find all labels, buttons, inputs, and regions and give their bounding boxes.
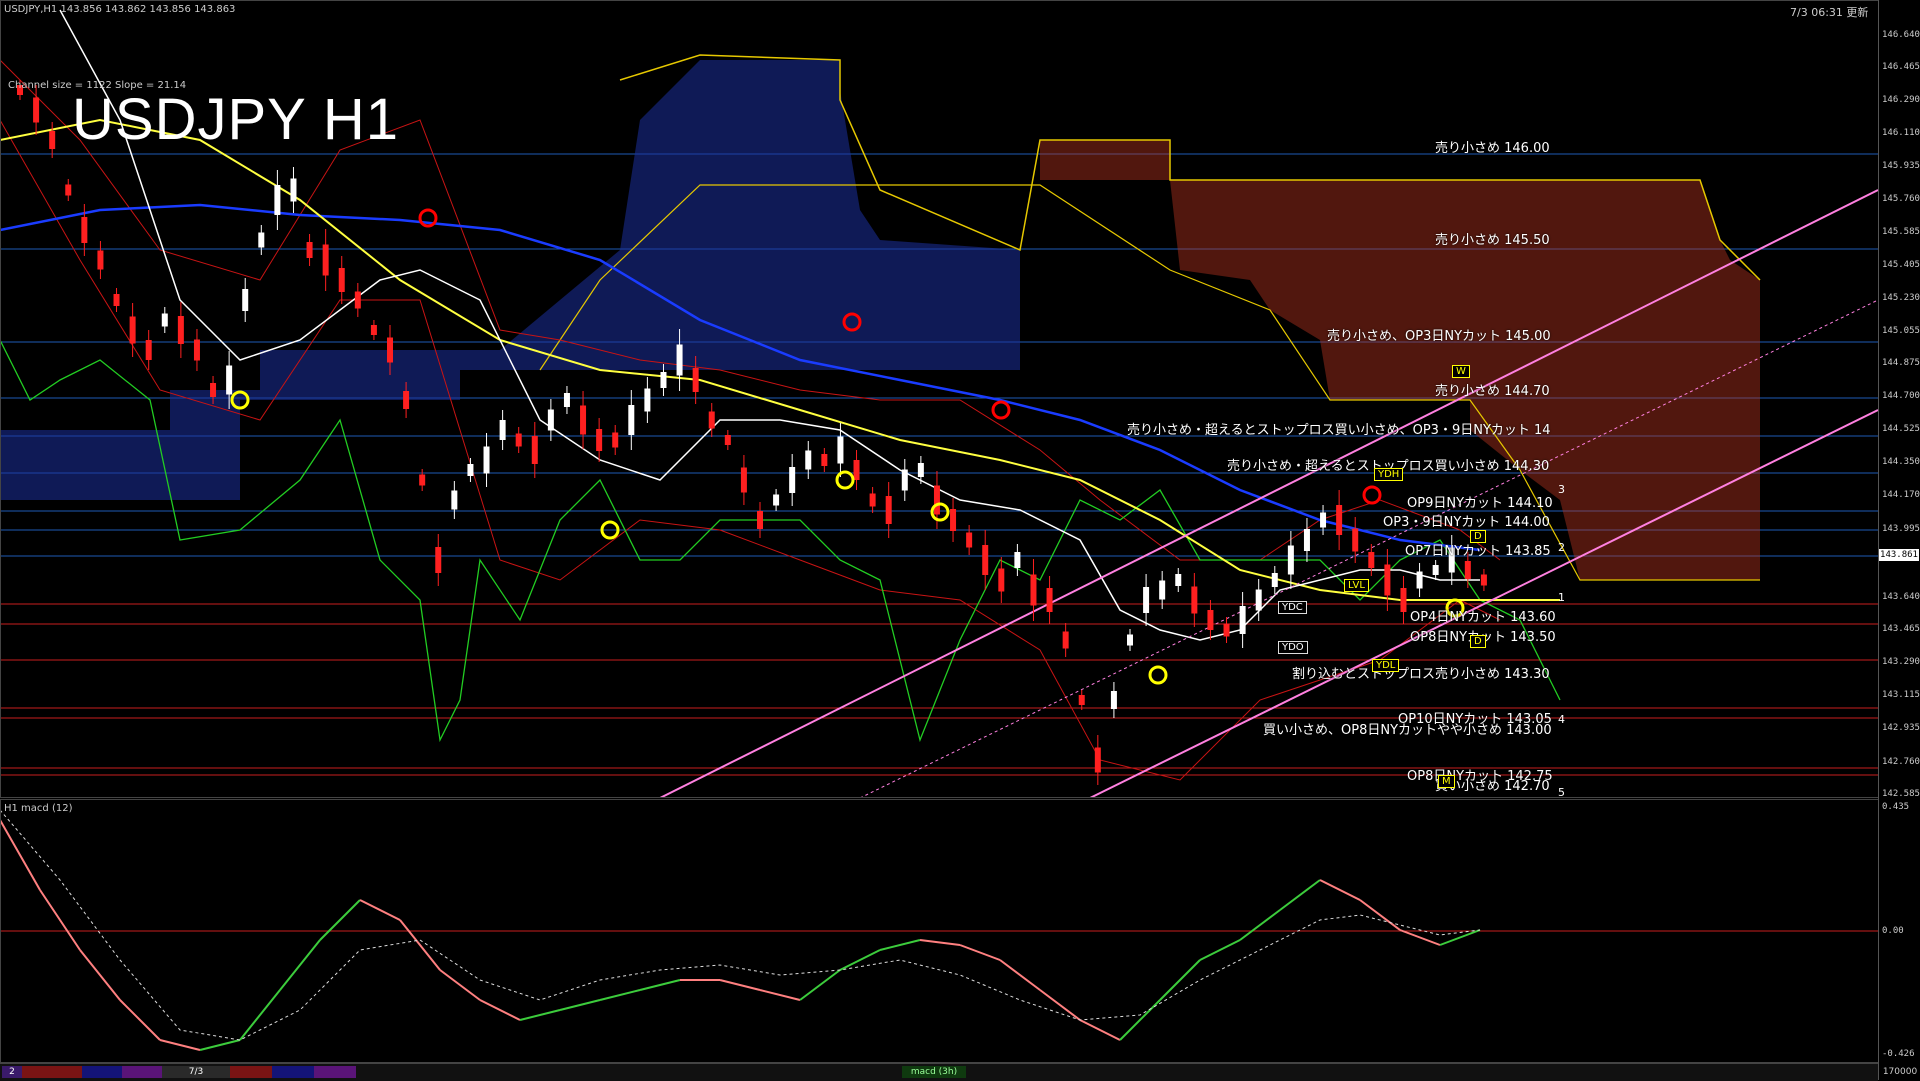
price-tick: 145.230 <box>1882 293 1920 303</box>
level-label: OP9日NYカット 144.10 <box>1407 496 1553 511</box>
channel-number-3: 3 <box>1558 483 1565 496</box>
level-label: 売り小さめ 146.00 <box>1435 141 1550 156</box>
channel-number-1: 1 <box>1558 591 1565 604</box>
chart-title: USDJPY H1 <box>72 87 400 152</box>
daily-tag: D <box>1470 530 1486 543</box>
ydl-tag: YDL <box>1372 659 1400 672</box>
price-tick: 143.995 <box>1882 524 1920 534</box>
price-tick: 143.465 <box>1882 624 1920 634</box>
level-label: 割り込むとストップロス売り小さめ 143.30 <box>1292 667 1550 682</box>
macd-pane-border <box>0 799 1879 1063</box>
chart-window[interactable]: USDJPY,H1 143.856 143.862 143.856 143.86… <box>0 0 1920 1081</box>
price-tick: 145.935 <box>1882 161 1920 171</box>
tab-color-3[interactable] <box>122 1066 162 1078</box>
tab-color-6[interactable] <box>314 1066 356 1078</box>
price-tick: 143.640 <box>1882 592 1920 602</box>
level-label: 買い小さめ、OP8日NYカットやや小さめ 143.00 <box>1263 723 1552 738</box>
monthly-tag: M <box>1438 775 1455 788</box>
level-label: OP4日NYカット 143.60 <box>1410 610 1556 625</box>
current-price-marker: 143.861 <box>1879 549 1919 561</box>
price-tick: 142.760 <box>1882 757 1920 767</box>
level-label: 売り小さめ 145.50 <box>1435 233 1550 248</box>
volume-readout: 170000 <box>1882 1067 1918 1077</box>
price-tick: 146.110 <box>1882 128 1920 138</box>
price-tick: 145.055 <box>1882 326 1920 336</box>
timeframe-bar[interactable]: 2 7/3 macd (3h) 170000 <box>0 1063 1917 1081</box>
price-tick: 146.640 <box>1882 30 1920 40</box>
tab-color-5[interactable] <box>272 1066 314 1078</box>
price-tick: 143.290 <box>1882 657 1920 667</box>
ydo-tag: YDO <box>1278 641 1308 654</box>
tab-date[interactable]: 7/3 <box>162 1066 230 1078</box>
daily-tag-2: D <box>1470 635 1486 648</box>
macd-axis-top: 0.435 <box>1882 802 1910 812</box>
level-label: 売り小さめ 144.70 <box>1435 384 1550 399</box>
price-tick: 144.350 <box>1882 457 1920 467</box>
price-tick: 144.170 <box>1882 490 1920 500</box>
price-tick: 146.290 <box>1882 95 1920 105</box>
price-tick: 144.525 <box>1882 424 1920 434</box>
tab-2[interactable]: 2 <box>2 1066 22 1078</box>
symbol-info: USDJPY,H1 143.856 143.862 143.856 143.86… <box>4 4 236 15</box>
macd-header: H1 macd (12) <box>4 803 73 814</box>
channel-number-4: 4 <box>1558 713 1565 726</box>
tab-color-4[interactable] <box>230 1066 272 1078</box>
price-tick: 145.585 <box>1882 227 1920 237</box>
update-datetime: 7/3 06:31 更新 <box>1790 6 1869 19</box>
macd-axis-bottom: -0.426 <box>1882 1049 1915 1059</box>
level-label: 売り小さめ・超えるとストップロス買い小さめ、OP3・9日NYカット 14 <box>1127 423 1551 438</box>
tab-color-1[interactable] <box>22 1066 82 1078</box>
level-label: 売り小さめ、OP3日NYカット 145.00 <box>1327 329 1551 344</box>
ydc-tag: YDC <box>1278 601 1307 614</box>
macd-axis-zero: 0.00 <box>1882 926 1904 936</box>
macd-tab[interactable]: macd (3h) <box>902 1066 966 1078</box>
price-tick: 142.935 <box>1882 723 1920 733</box>
price-tick: 145.405 <box>1882 260 1920 270</box>
weekly-tag: W <box>1452 365 1470 378</box>
price-tick: 144.875 <box>1882 358 1920 368</box>
level-label: OP3・9日NYカット 144.00 <box>1383 515 1550 530</box>
channel-number-5: 5 <box>1558 786 1565 799</box>
ydh-tag: YDH <box>1374 468 1404 481</box>
channel-number-2: 2 <box>1558 541 1565 554</box>
price-tick: 145.760 <box>1882 194 1920 204</box>
price-tick: 142.585 <box>1882 789 1920 799</box>
lvl-tag: LVL <box>1344 579 1369 592</box>
price-tick: 144.700 <box>1882 391 1920 401</box>
price-tick: 143.115 <box>1882 690 1920 700</box>
tab-color-2[interactable] <box>82 1066 122 1078</box>
price-tick: 146.465 <box>1882 62 1920 72</box>
